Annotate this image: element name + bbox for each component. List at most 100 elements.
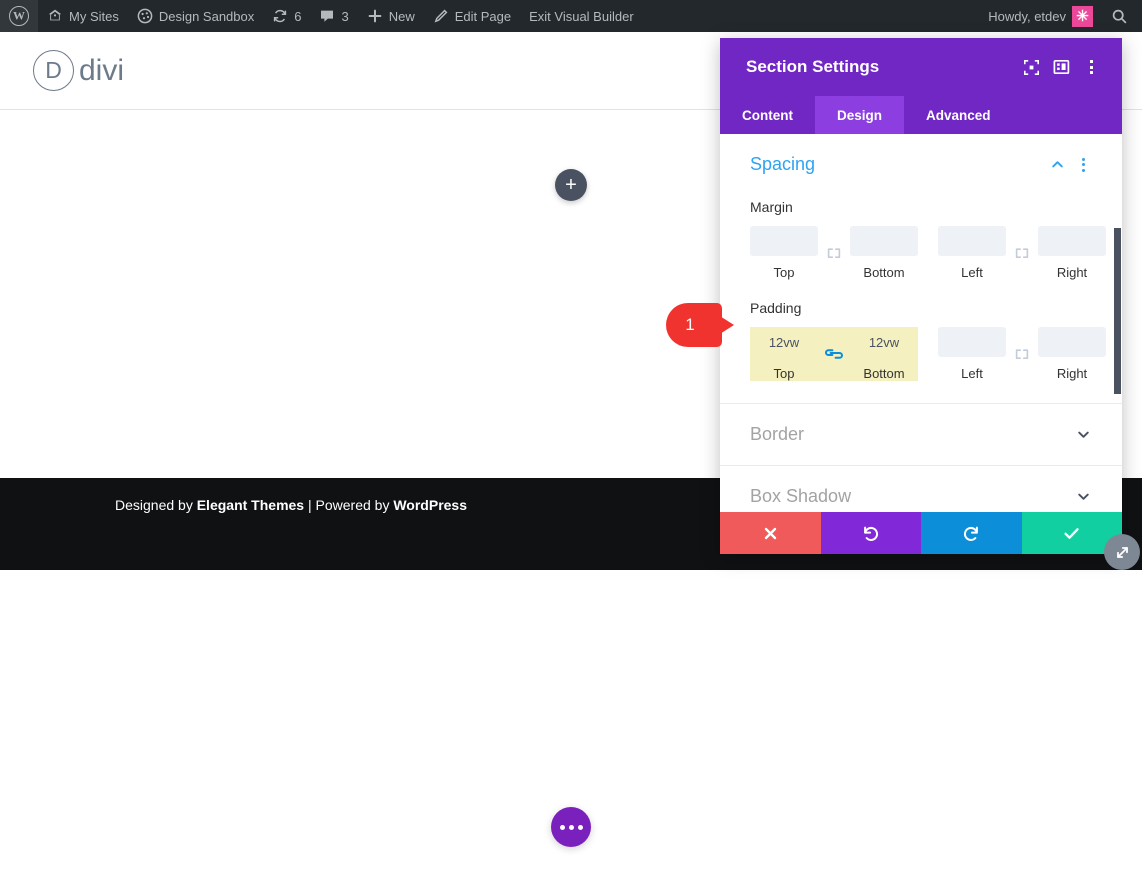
admin-bar-edit-page[interactable]: Edit Page	[424, 0, 520, 32]
updates-icon	[272, 8, 288, 24]
margin-top-caption: Top	[773, 265, 795, 280]
toggle-header-box-shadow[interactable]: Box Shadow	[720, 466, 1122, 512]
search-icon	[1111, 8, 1128, 25]
modal-header: Section Settings	[720, 38, 1122, 96]
margin-bottom-caption: Bottom	[863, 265, 905, 280]
padding-right-cell: Right	[1038, 327, 1106, 381]
toggle-body-spacing: Margin Top Bottom Left Right Padding 12v…	[720, 199, 1122, 403]
margin-left-right-pair: Left Right	[938, 226, 1106, 280]
admin-bar-howdy-label: Howdy, etdev	[988, 8, 1066, 24]
tab-advanced[interactable]: Advanced	[904, 96, 1013, 134]
section-settings-modal: Section Settings Content Design Advanced	[720, 38, 1122, 554]
margin-left-right-unlinked-icon[interactable]	[1006, 238, 1038, 268]
admin-bar-comments[interactable]: 3	[310, 0, 357, 32]
admin-bar-site-name-label: Design Sandbox	[158, 8, 255, 24]
divi-logo-word: divi	[79, 53, 125, 87]
modal-scrollbar[interactable]	[1113, 134, 1122, 512]
margin-top-bottom-pair: Top Bottom	[750, 226, 918, 280]
admin-bar-exit-visual-builder-label: Exit Visual Builder	[529, 8, 634, 24]
padding-bottom-input[interactable]	[850, 327, 918, 357]
ellipsis-icon	[559, 824, 583, 830]
margin-right-caption: Right	[1056, 265, 1088, 280]
padding-left-right-unlinked-icon[interactable]	[1006, 339, 1038, 369]
margin-top-input[interactable]	[750, 226, 818, 256]
admin-bar-comments-count: 3	[341, 8, 349, 24]
margin-bottom-input[interactable]	[850, 226, 918, 256]
avatar: ✳	[1072, 5, 1093, 27]
focus-frame-icon[interactable]	[1016, 52, 1046, 82]
admin-bar-wordpress-logo[interactable]	[0, 0, 38, 32]
page-settings-button[interactable]	[551, 807, 591, 847]
toggle-title-box-shadow: Box Shadow	[750, 486, 852, 506]
step-marker-1: 1	[666, 303, 738, 347]
admin-bar-new[interactable]: New	[358, 0, 424, 32]
padding-left-caption: Left	[961, 366, 983, 381]
toggle-header-spacing[interactable]: Spacing	[720, 134, 1122, 195]
modal-body: Spacing Margin Top Bottom Left Right Pad…	[720, 134, 1122, 512]
undo-button[interactable]	[820, 512, 921, 554]
admin-bar-search[interactable]	[1102, 0, 1142, 32]
admin-bar-my-sites[interactable]: My Sites	[38, 0, 128, 32]
margin-bottom-cell: Bottom	[850, 226, 918, 280]
modal-tabs: Content Design Advanced	[720, 96, 1122, 134]
modal-scroll-area: Spacing Margin Top Bottom Left Right Pad…	[720, 134, 1122, 512]
padding-left-input[interactable]	[938, 327, 1006, 357]
chevron-down-icon[interactable]	[1074, 488, 1092, 506]
modal-scrollbar-thumb[interactable]	[1114, 228, 1121, 394]
plus-icon: +	[565, 174, 577, 196]
toggle-section-border: Border	[720, 404, 1122, 466]
divi-logo[interactable]: D divi	[33, 50, 124, 91]
modal-resize-handle[interactable]	[1104, 534, 1140, 570]
admin-bar-site-name[interactable]: Design Sandbox	[128, 0, 263, 32]
admin-bar-edit-page-label: Edit Page	[454, 8, 512, 24]
padding-top-caption: Top	[773, 366, 795, 381]
admin-bar-exit-visual-builder[interactable]: Exit Visual Builder	[520, 0, 643, 32]
padding-top-input[interactable]	[750, 327, 818, 357]
admin-bar-new-label: New	[388, 8, 415, 24]
discard-changes-button[interactable]	[720, 512, 821, 554]
toggle-section-box-shadow: Box Shadow	[720, 466, 1122, 512]
footer-credit-prefix: Designed by	[115, 497, 197, 513]
add-section-button[interactable]: +	[555, 169, 587, 201]
toggle-header-border[interactable]: Border	[720, 404, 1122, 465]
pencil-icon	[433, 8, 449, 24]
margin-top-bottom-unlinked-icon[interactable]	[818, 238, 850, 268]
site-icon	[137, 8, 153, 24]
modal-action-bar	[720, 512, 1122, 554]
margin-right-cell: Right	[1038, 226, 1106, 280]
chevron-down-icon[interactable]	[1074, 426, 1092, 444]
margin-left-cell: Left	[938, 226, 1006, 280]
chevron-up-icon[interactable]	[1048, 156, 1066, 174]
vertical-dots	[1089, 60, 1093, 74]
padding-right-caption: Right	[1056, 366, 1088, 381]
footer-credit-platform[interactable]: WordPress	[393, 497, 467, 513]
padding-right-input[interactable]	[1038, 327, 1106, 357]
step-marker-1-bubble: 1	[666, 303, 722, 347]
tab-design[interactable]: Design	[815, 96, 905, 134]
padding-top-cell: Top	[750, 327, 818, 381]
redo-button[interactable]	[921, 512, 1022, 554]
margin-label: Margin	[750, 199, 793, 215]
layout-panel-icon[interactable]	[1046, 52, 1076, 82]
admin-bar-updates-count: 6	[294, 8, 302, 24]
margin-left-input[interactable]	[938, 226, 1006, 256]
footer-credit-brand[interactable]: Elegant Themes	[197, 497, 304, 513]
spacing-options-kebab-icon[interactable]	[1074, 157, 1092, 172]
padding-left-cell: Left	[938, 327, 1006, 381]
padding-top-bottom-pair: Top Bottom	[750, 327, 918, 381]
padding-bottom-caption: Bottom	[863, 366, 905, 381]
tab-content[interactable]: Content	[720, 96, 815, 134]
margin-quad-row: Top Bottom Left Right	[750, 226, 1106, 280]
margin-left-caption: Left	[961, 265, 983, 280]
admin-bar-updates[interactable]: 6	[263, 0, 310, 32]
plus-icon	[367, 8, 383, 24]
admin-bar-account[interactable]: Howdy, etdev ✳	[979, 0, 1102, 32]
wp-admin-bar: My Sites Design Sandbox 6	[0, 0, 1142, 32]
comments-icon	[319, 8, 335, 24]
padding-top-bottom-linked-icon[interactable]	[818, 339, 850, 369]
kebab-menu-icon[interactable]	[1076, 52, 1106, 82]
margin-right-input[interactable]	[1038, 226, 1106, 256]
padding-label: Padding	[750, 300, 802, 316]
toggle-title-border: Border	[750, 424, 805, 444]
wordpress-logo-icon	[9, 6, 29, 26]
